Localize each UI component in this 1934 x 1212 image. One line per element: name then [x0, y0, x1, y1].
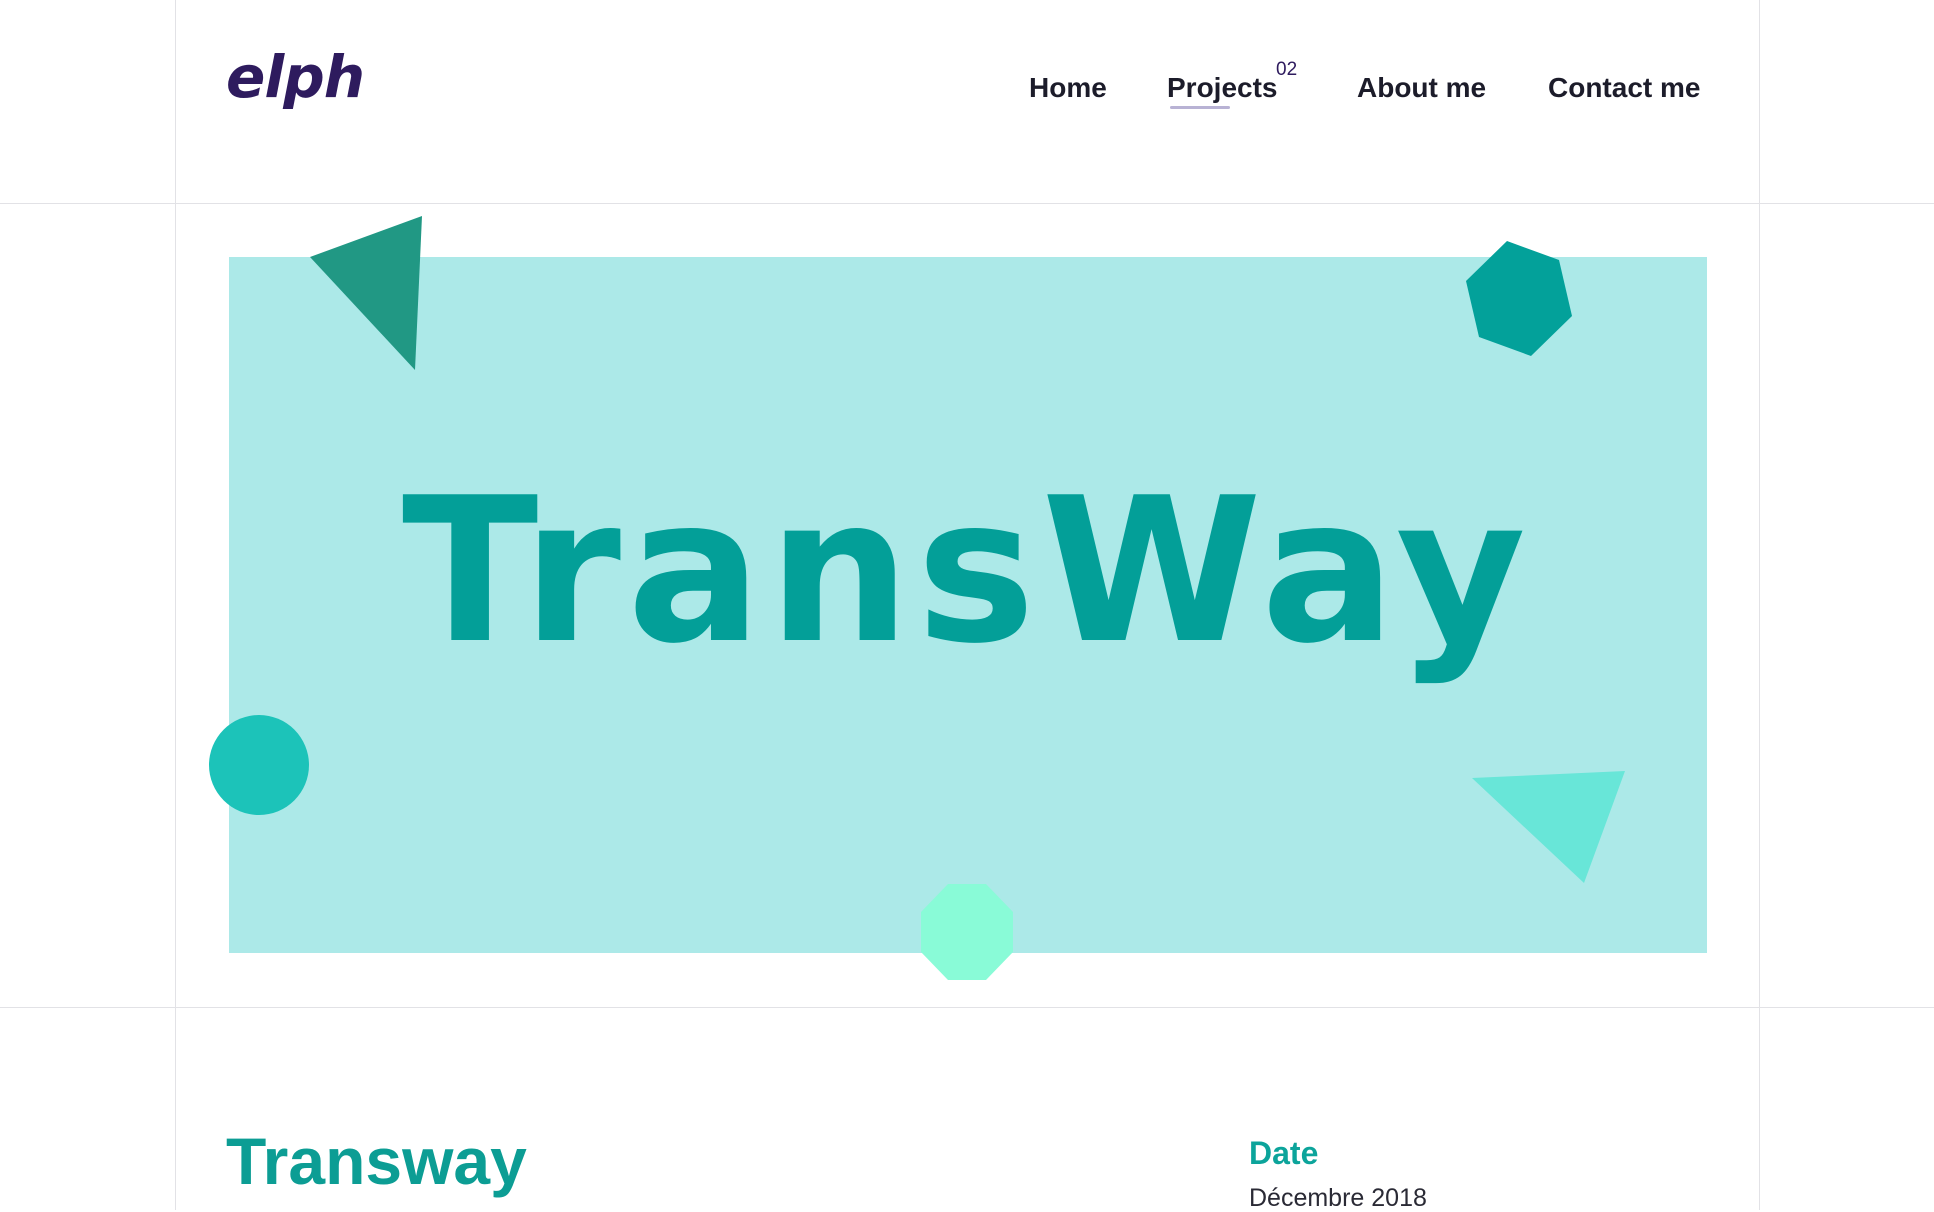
octagon-shape-bottom	[921, 884, 1013, 980]
date-label: Date	[1249, 1135, 1319, 1171]
circle-shape-left	[209, 715, 309, 815]
grid-line-horizontal-bottom	[0, 1007, 1934, 1008]
main-nav: Home Projects About me Contact me	[0, 68, 1934, 108]
grid-line-horizontal-top	[0, 203, 1934, 204]
hexagon-shape-top-right	[1466, 241, 1572, 356]
project-title: Transway	[226, 1124, 527, 1198]
nav-contact-link[interactable]: Contact me	[1548, 68, 1700, 108]
nav-about-link[interactable]: About me	[1357, 68, 1486, 108]
nav-projects-link[interactable]: Projects	[1167, 68, 1278, 108]
nav-home-link[interactable]: Home	[1029, 68, 1107, 108]
projects-count-badge: 02	[1276, 59, 1298, 80]
date-value: Décembre 2018	[1249, 1184, 1427, 1212]
hero-title: TransWay	[401, 455, 1533, 688]
triangle-shape-top-left	[310, 216, 422, 370]
active-nav-indicator	[1170, 106, 1230, 109]
triangle-shape-bottom-right	[1472, 771, 1625, 883]
